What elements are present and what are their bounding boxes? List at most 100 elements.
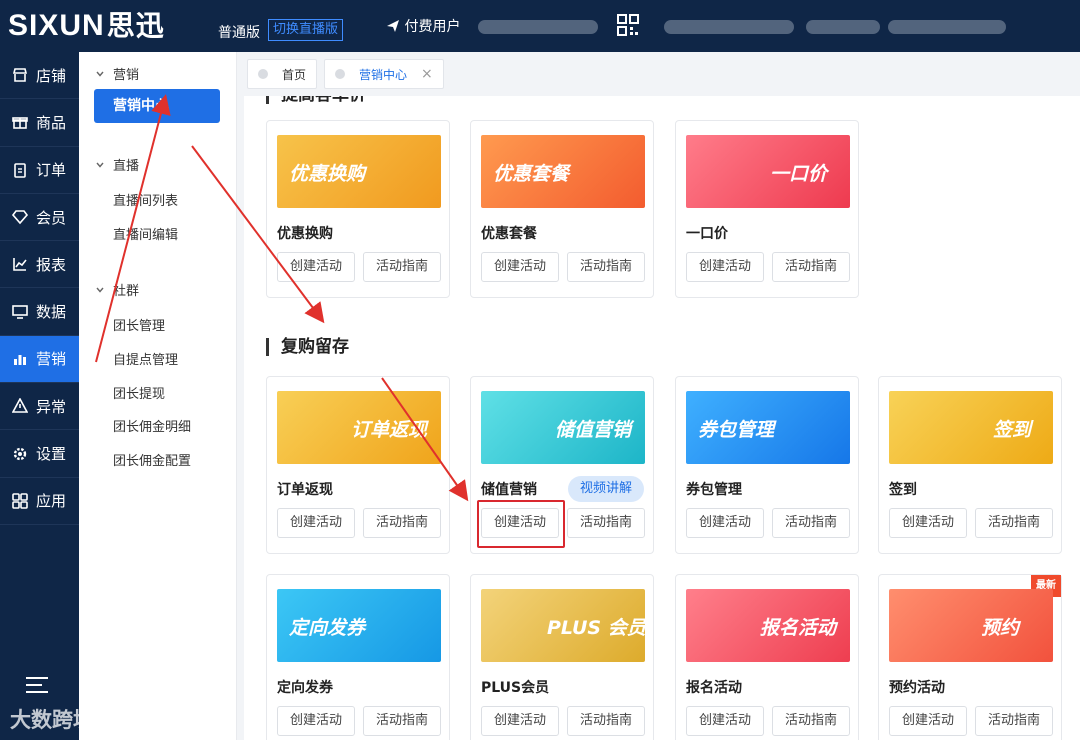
nav-marketing[interactable]: 营销 <box>0 335 79 384</box>
switch-live-edition-button[interactable]: 切换直播版 <box>268 19 344 41</box>
create-activity-button[interactable]: 创建活动 <box>277 252 355 282</box>
monitor-icon <box>12 304 28 319</box>
menu-toggle-icon[interactable] <box>26 676 48 694</box>
activity-guide-button[interactable]: 活动指南 <box>363 706 441 736</box>
section-title-repurchase: 复购留存 <box>266 338 349 356</box>
card-banner: 报名活动 <box>686 589 850 662</box>
create-activity-button[interactable]: 创建活动 <box>277 706 355 736</box>
close-icon[interactable]: × <box>421 66 433 82</box>
group-live[interactable]: 直播 <box>95 155 139 174</box>
card-banner: 订单返现 <box>277 391 441 464</box>
sub-item-live-list[interactable]: 直播间列表 <box>113 190 178 209</box>
create-activity-button[interactable]: 创建活动 <box>481 706 559 736</box>
sub-item-pickup-mgmt[interactable]: 自提点管理 <box>113 349 178 368</box>
card-targeted-coupon: 定向发券 定向发券 创建活动 活动指南 <box>266 574 450 740</box>
send-icon <box>387 20 399 32</box>
card-banner: 预约 <box>889 589 1053 662</box>
card-banner: 优惠套餐 <box>481 135 645 208</box>
create-activity-button[interactable]: 创建活动 <box>686 252 764 282</box>
blurred-info <box>888 20 1006 34</box>
bar-chart-icon <box>14 354 26 365</box>
section-title-partial: 提高客单价 <box>266 96 366 104</box>
diamond-icon <box>12 210 28 225</box>
clipboard-icon <box>14 162 26 178</box>
create-activity-button[interactable]: 创建活动 <box>481 508 559 538</box>
nav-reports[interactable]: 报表 <box>0 241 79 289</box>
activity-guide-button[interactable]: 活动指南 <box>975 706 1053 736</box>
nav-settings[interactable]: 设置 <box>0 430 79 478</box>
card-coupon-pack: 券包管理 券包管理 创建活动 活动指南 <box>675 376 859 554</box>
card-banner: 储值营销 <box>481 391 645 464</box>
main-content: 提高客单价 优惠换购 优惠换购 创建活动 活动指南 优惠套餐 优惠套餐 创建活动… <box>244 96 1080 740</box>
tab-dot <box>258 69 268 79</box>
group-community[interactable]: 社群 <box>95 280 139 299</box>
create-activity-button[interactable]: 创建活动 <box>277 508 355 538</box>
create-activity-button[interactable]: 创建活动 <box>686 508 764 538</box>
card-fixed-price: 一口价 一口价 创建活动 活动指南 <box>675 120 859 298</box>
blurred-info <box>806 20 880 34</box>
chevron-down-icon <box>96 287 104 293</box>
sub-sidebar: 营销 直播 直播间列表 直播间编辑 社群 团长管理 自提点管理 团长提现 团长佣… <box>79 52 237 740</box>
tab-bar: 首页 营销中心 × <box>237 52 1080 96</box>
card-order-cashback: 订单返现 订单返现 创建活动 活动指南 <box>266 376 450 554</box>
sub-item-marketing-center[interactable]: 营销中心 <box>94 89 220 123</box>
nav-apps[interactable]: 应用 <box>0 478 79 525</box>
card-signup-activity: 报名活动 报名活动 创建活动 活动指南 <box>675 574 859 740</box>
card-banner: 一口价 <box>686 135 850 208</box>
main-nav: 店铺 商品 订单 会员 报表 数据 营销 异常 设置 应用 <box>0 52 79 740</box>
activity-guide-button[interactable]: 活动指南 <box>772 252 850 282</box>
edition-label: 普通版 <box>218 25 260 41</box>
create-activity-button[interactable]: 创建活动 <box>889 508 967 538</box>
activity-guide-button[interactable]: 活动指南 <box>567 252 645 282</box>
nav-orders[interactable]: 订单 <box>0 147 79 194</box>
sub-item-commission-config[interactable]: 团长佣金配置 <box>113 450 191 469</box>
gear-icon <box>13 447 27 460</box>
activity-guide-button[interactable]: 活动指南 <box>363 252 441 282</box>
sub-item-live-edit[interactable]: 直播间编辑 <box>113 224 178 243</box>
activity-guide-button[interactable]: 活动指南 <box>567 706 645 736</box>
qr-code-icon[interactable] <box>617 14 639 36</box>
activity-guide-button[interactable]: 活动指南 <box>772 508 850 538</box>
video-tutorial-button[interactable]: 视频讲解 <box>568 476 644 502</box>
nav-members[interactable]: 会员 <box>0 194 79 242</box>
apps-icon <box>12 493 28 509</box>
activity-guide-button[interactable]: 活动指南 <box>363 508 441 538</box>
paid-user-link[interactable]: 付费用户 <box>386 16 460 36</box>
card-stored-value: 储值营销 储值营销 视频讲解 创建活动 活动指南 <box>470 376 654 554</box>
gift-icon <box>12 117 28 130</box>
card-reservation: 最新 预约 预约活动 创建活动 活动指南 <box>878 574 1062 740</box>
tab-dot <box>335 69 345 79</box>
group-marketing[interactable]: 营销 <box>95 64 139 83</box>
card-check-in: 签到 签到 创建活动 活动指南 <box>878 376 1062 554</box>
card-banner: 券包管理 <box>686 391 850 464</box>
create-activity-button[interactable]: 创建活动 <box>481 252 559 282</box>
activity-guide-button[interactable]: 活动指南 <box>772 706 850 736</box>
card-bundle: 优惠套餐 优惠套餐 创建活动 活动指南 <box>470 120 654 298</box>
nav-store[interactable]: 店铺 <box>0 52 79 100</box>
card-banner: PLUS 会员 <box>481 589 645 662</box>
card-exchange: 优惠换购 优惠换购 创建活动 活动指南 <box>266 120 450 298</box>
card-banner: 定向发券 <box>277 589 441 662</box>
nav-data[interactable]: 数据 <box>0 288 79 336</box>
card-banner: 签到 <box>889 391 1053 464</box>
logo: SIXUN思迅 <box>8 9 165 42</box>
create-activity-button[interactable]: 创建活动 <box>889 706 967 736</box>
card-banner: 优惠换购 <box>277 135 441 208</box>
blurred-info <box>478 20 598 34</box>
tab-marketing-center[interactable]: 营销中心 × <box>324 59 444 89</box>
warning-icon <box>12 398 28 414</box>
chevron-down-icon <box>96 162 104 168</box>
blurred-info <box>664 20 794 34</box>
activity-guide-button[interactable]: 活动指南 <box>567 508 645 538</box>
activity-guide-button[interactable]: 活动指南 <box>975 508 1053 538</box>
sub-item-commission-detail[interactable]: 团长佣金明细 <box>113 416 191 435</box>
top-bar: SIXUN思迅 普通版 切换直播版 付费用户 <box>0 0 1080 52</box>
create-activity-button[interactable]: 创建活动 <box>686 706 764 736</box>
chevron-down-icon <box>96 71 104 77</box>
nav-exceptions[interactable]: 异常 <box>0 383 79 431</box>
sub-item-leader-withdraw[interactable]: 团长提现 <box>113 383 165 402</box>
tab-home[interactable]: 首页 <box>247 59 318 89</box>
nav-goods[interactable]: 商品 <box>0 99 79 147</box>
sub-item-leader-mgmt[interactable]: 团长管理 <box>113 315 165 334</box>
store-icon <box>12 68 28 82</box>
